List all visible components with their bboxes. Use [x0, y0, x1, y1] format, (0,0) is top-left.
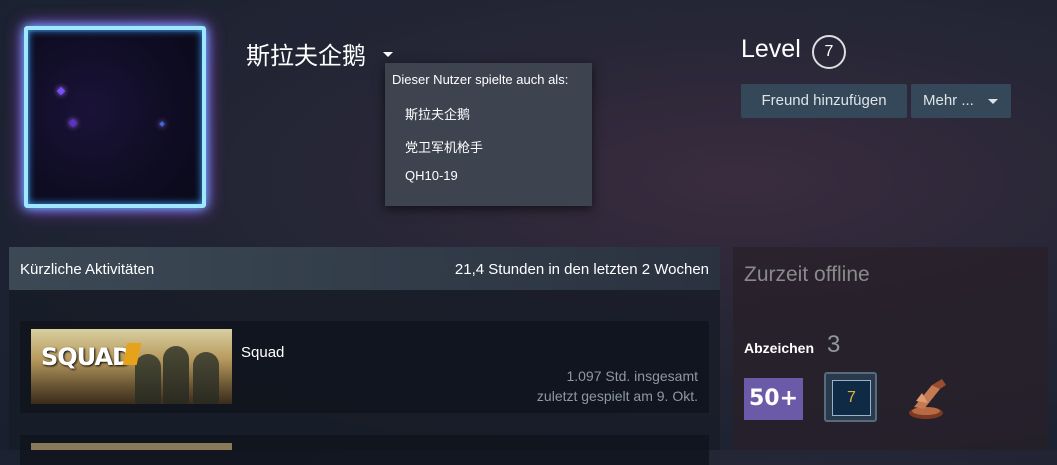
- game-capsule-image[interactable]: [31, 443, 232, 450]
- level-badge[interactable]: 7: [812, 35, 846, 69]
- game-last-played: zuletzt gespielt am 9. Okt.: [536, 388, 698, 404]
- 50-plus-badge-icon[interactable]: 50+: [744, 378, 803, 420]
- squad-logo: SQUAD: [41, 343, 132, 371]
- persona-name[interactable]: 斯拉夫企鹅: [246, 36, 366, 71]
- alias-item: QH10-19: [405, 168, 458, 183]
- alias-dropdown-header: Dieser Nutzer spielte auch als:: [392, 72, 569, 87]
- level-label: Level: [741, 35, 801, 63]
- more-button-label: Mehr ...: [923, 92, 974, 109]
- more-button[interactable]: Mehr ...: [911, 84, 1011, 118]
- alias-item: 斯拉夫企鹅: [405, 107, 471, 122]
- badges-count[interactable]: 3: [827, 331, 840, 359]
- avatar-frame: [24, 26, 206, 208]
- game-total-hours: 1.097 Std. insgesamt: [566, 368, 698, 384]
- capsule-soldier-figure: [163, 346, 189, 404]
- badges-label[interactable]: Abzeichen: [744, 340, 814, 356]
- game-name[interactable]: Squad: [241, 344, 284, 361]
- chevron-down-icon[interactable]: [383, 52, 393, 57]
- chevron-down-icon: [988, 99, 998, 104]
- capsule-soldier-figure: [193, 352, 219, 404]
- profile-avatar[interactable]: [20, 22, 214, 216]
- bronze-trophy-badge-icon[interactable]: [902, 373, 950, 421]
- years-of-service-badge-icon[interactable]: 7: [824, 372, 877, 422]
- recent-activity-title[interactable]: Kürzliche Aktivitäten: [20, 261, 154, 278]
- badge-screen: 7: [832, 380, 871, 416]
- game-card: [20, 435, 709, 465]
- alias-item: 党卫军机枪手: [405, 140, 484, 155]
- alias-dropdown: Dieser Nutzer spielte auch als: 斯拉夫企鹅 党卫…: [385, 63, 592, 206]
- add-friend-button[interactable]: Freund hinzufügen: [741, 84, 907, 118]
- bronze-trophy-icon: [909, 379, 946, 419]
- recent-activity-hours: 21,4 Stunden in den letzten 2 Wochen: [454, 261, 709, 278]
- game-capsule-image[interactable]: SQUAD: [31, 329, 232, 404]
- capsule-soldier-figure: [135, 354, 161, 404]
- online-status: Zurzeit offline: [744, 263, 870, 286]
